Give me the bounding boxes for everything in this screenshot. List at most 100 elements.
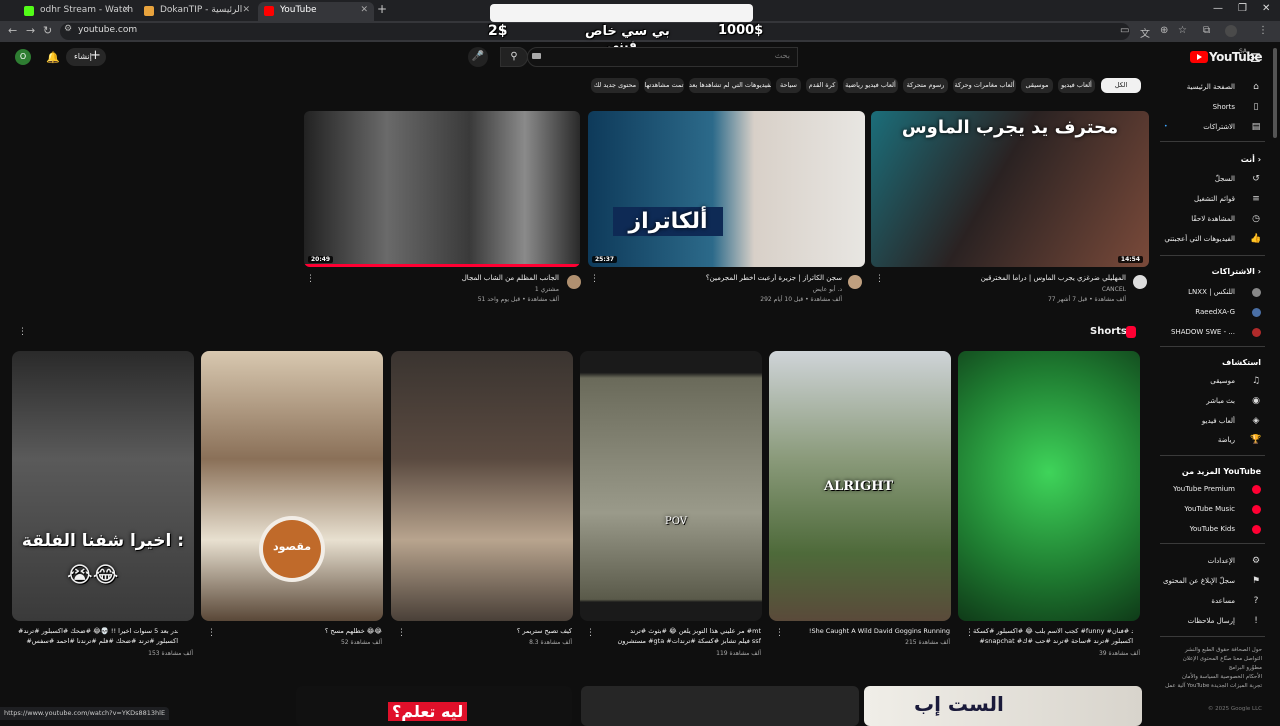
short-menu-icon[interactable]: ⋮ xyxy=(775,628,784,638)
short-title[interactable]: مر عليني هذا التوبز يلعن 😂 #بثوث #ترند #… xyxy=(601,627,761,636)
shorts-shelf-menu-icon[interactable]: ⋮ xyxy=(18,327,27,337)
create-button[interactable]: إنشاء + xyxy=(66,48,106,66)
chip-action-adventure[interactable]: ألعاب مغامرات وحركة xyxy=(953,78,1016,93)
new-tab-icon[interactable]: + xyxy=(377,2,387,16)
channel-avatar[interactable] xyxy=(848,275,862,289)
keyboard-icon[interactable] xyxy=(532,53,541,59)
extensions-icon[interactable]: ⧉ xyxy=(1203,25,1215,37)
sidebar-item-sports[interactable]: رياضة 🏆 xyxy=(1150,431,1265,449)
reload-icon[interactable]: ↻ xyxy=(43,24,52,37)
video-thumbnail[interactable]: 20:49 xyxy=(304,111,580,267)
chip-football[interactable]: كرة القدم xyxy=(806,78,838,93)
short-thumbnail[interactable]: ALRIGHT xyxy=(769,351,951,621)
sidebar-item-premium[interactable]: YouTube Premium xyxy=(1150,480,1265,498)
minimize-icon[interactable]: — xyxy=(1213,3,1223,14)
short-title[interactable]: !She Caught A Wild David Goggins Running xyxy=(790,627,950,636)
bookmark-star-icon[interactable]: ☆ xyxy=(1178,25,1190,37)
maximize-icon[interactable]: ❐ xyxy=(1238,3,1247,14)
browser-menu-icon[interactable]: ⋮ xyxy=(1258,25,1270,37)
footer-links[interactable]: الأحكام الخصوصية السياسة والأمان xyxy=(1150,673,1262,682)
translate-icon[interactable]: 文 xyxy=(1140,25,1152,40)
short-thumbnail[interactable] xyxy=(958,351,1140,621)
short-title[interactable]: خطلهم مسح ؟ 😂😂 xyxy=(222,627,382,636)
sidebar-sub-shadow[interactable]: SHADOW SWE - ... xyxy=(1150,323,1265,341)
close-tab-icon[interactable]: ✕ xyxy=(360,2,368,19)
youtube-logo-text[interactable]: YouTube xyxy=(1209,50,1263,64)
video-thumbnail[interactable]: ألكاتراز 25:37 xyxy=(588,111,865,267)
video-thumbnail[interactable] xyxy=(581,686,859,726)
short-thumbnail[interactable]: POV xyxy=(580,351,762,621)
chip-tourism[interactable]: سياحة xyxy=(776,78,801,93)
sidebar-item-live[interactable]: بث مباشر ◉ xyxy=(1150,392,1265,410)
chip-animation[interactable]: رسوم متحركة xyxy=(903,78,948,93)
video-menu-icon[interactable]: ⋮ xyxy=(875,274,884,284)
short-title-line2[interactable]: #اكسبلور #ترند #ضحك #فلم #ترندنا #احمد #… xyxy=(18,637,178,646)
close-window-icon[interactable]: ✕ xyxy=(1262,3,1270,14)
short-title[interactable]: كجب الاسم بلب 😂 #اكسبلور #كسكة #funny #ت… xyxy=(973,627,1133,636)
site-info-icon[interactable]: ⚙ xyxy=(64,24,72,34)
footer-links[interactable]: مطوّرو البرامج xyxy=(1150,664,1262,673)
short-thumbnail[interactable]: مقصود xyxy=(201,351,383,621)
sidebar-item-watch-later[interactable]: المشاهدة لاحقًا ◷ xyxy=(1150,210,1265,228)
short-thumbnail[interactable]: اخيرا شفنا الفلقة : 😭😂 xyxy=(12,351,194,621)
short-title[interactable]: #جدر بعد 5 سنوات اخيرا !! 💀😂 #ضحك #اكسبل… xyxy=(18,627,178,636)
forward-icon[interactable]: → xyxy=(26,24,35,37)
close-tab-icon[interactable]: ✕ xyxy=(242,2,250,19)
sidebar-item-playlists[interactable]: قوائم التشغيل ≡ xyxy=(1150,190,1265,208)
zoom-icon[interactable]: ⊕ xyxy=(1160,25,1172,37)
sidebar-sub-lnxx[interactable]: LNXX | اللنكس xyxy=(1150,283,1265,301)
browser-profile-icon[interactable] xyxy=(1225,25,1237,37)
sidebar-item-music-app[interactable]: YouTube Music xyxy=(1150,500,1265,518)
youtube-logo-icon[interactable] xyxy=(1190,51,1208,63)
video-thumbnail[interactable]: ليه تعلم؟ xyxy=(296,686,572,726)
video-title[interactable]: الجانب المظلم من الشاب المجال xyxy=(313,274,559,282)
sidebar-item-subscriptions[interactable]: الاشتراكات ▤ • xyxy=(1150,118,1265,136)
short-menu-icon[interactable]: ⋮ xyxy=(397,628,406,638)
chip-watched[interactable]: تمت مشاهدتها xyxy=(644,78,684,93)
sidebar-subscriptions-heading[interactable]: الاشتراكات › xyxy=(1156,267,1261,276)
chip-music[interactable]: موسيقى xyxy=(1021,78,1053,93)
page-scrollbar[interactable] xyxy=(1272,45,1278,705)
sidebar-item-settings[interactable]: الإعدادات ⚙ xyxy=(1150,552,1265,570)
short-menu-icon[interactable]: ⋮ xyxy=(965,628,974,638)
video-channel[interactable]: مشتري 1 xyxy=(313,286,559,293)
chip-new-to-you[interactable]: محتوى جديد لك xyxy=(591,78,639,93)
sidebar-item-liked-videos[interactable]: الفيديوهات التي أعجبتني 👍 xyxy=(1150,230,1265,248)
video-channel[interactable]: CANCEL xyxy=(880,286,1126,293)
sidebar-item-shorts[interactable]: Shorts ▯ xyxy=(1150,98,1265,116)
scrollbar-thumb[interactable] xyxy=(1273,48,1277,138)
video-channel[interactable]: د. أبو عايض xyxy=(596,286,842,293)
sidebar-you-heading[interactable]: أنت › xyxy=(1156,155,1261,164)
cast-icon[interactable]: ▭ xyxy=(1120,25,1132,37)
short-title[interactable]: كيف تصبح ستريمر ؟ xyxy=(412,627,572,636)
short-title-line2[interactable]: #snapchat #اكسبلور #ترند #ساحة #ترند #حب… xyxy=(973,637,1133,646)
channel-avatar[interactable] xyxy=(1133,275,1147,289)
sidebar-item-help[interactable]: مساعدة? xyxy=(1150,592,1265,610)
footer-links[interactable]: آلية عمل YouTube تجربة الميزات الجديدة xyxy=(1150,682,1262,691)
short-menu-icon[interactable]: ⋮ xyxy=(207,628,216,638)
sidebar-item-feedback[interactable]: إرسال ملاحظات! xyxy=(1150,612,1265,630)
video-title[interactable]: سجن الكاتراز | جزيرة أرعبت أخطر المجرمين… xyxy=(596,274,842,282)
footer-links[interactable]: التواصل معنا صنّاع المحتوى الإعلان xyxy=(1150,655,1262,664)
search-button[interactable]: ⚲ xyxy=(500,47,528,67)
tab-dokantip[interactable]: DokanTIP - الرئيسية ✕ xyxy=(138,2,256,21)
footer-links[interactable]: حول الصحافة حقوق الطبع والنشر xyxy=(1150,646,1262,655)
video-menu-icon[interactable]: ⋮ xyxy=(590,274,599,284)
chip-unwatched[interactable]: الفيديوهات التي لم تشاهدها بعد xyxy=(689,78,771,93)
tab-kick-stream[interactable]: odhr Stream - Watch Live on K ✕ xyxy=(18,2,136,21)
account-avatar[interactable]: O xyxy=(15,49,31,65)
notifications-bell-icon[interactable]: 🔔 xyxy=(46,51,60,64)
sidebar-item-report-history[interactable]: سجلّ الإبلاغ عن المحتوى ⚑ xyxy=(1150,572,1265,590)
sidebar-sub-raeedxa[interactable]: RaeedXA-G xyxy=(1150,303,1265,321)
sidebar-item-home[interactable]: الصفحة الرئيسية ⌂ xyxy=(1150,78,1265,96)
short-thumbnail[interactable] xyxy=(391,351,573,621)
channel-avatar[interactable] xyxy=(567,275,581,289)
video-thumbnail[interactable]: محترف يد يجرب الماوس 14:54 xyxy=(871,111,1149,267)
video-thumbnail[interactable]: الست إب xyxy=(864,686,1142,726)
back-icon[interactable]: ← xyxy=(8,24,17,37)
video-title[interactable]: المهليلي ضرغزي يجرب الماوس | دراما المخت… xyxy=(880,274,1126,282)
chip-all[interactable]: الكل xyxy=(1101,78,1141,93)
sidebar-item-kids[interactable]: YouTube Kids xyxy=(1150,520,1265,538)
sidebar-item-music[interactable]: موسيقى ♫ xyxy=(1150,372,1265,390)
chip-video-games[interactable]: ألعاب فيديو xyxy=(1058,78,1095,93)
